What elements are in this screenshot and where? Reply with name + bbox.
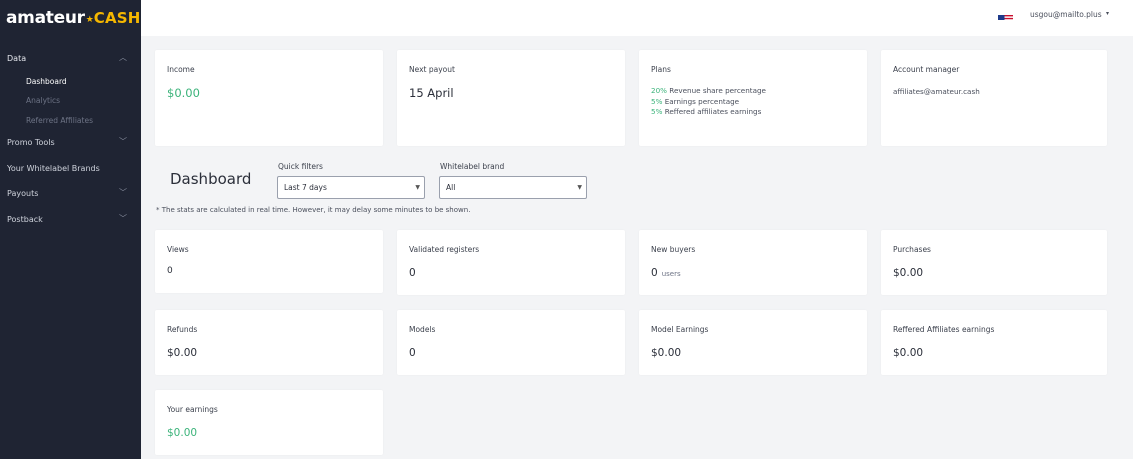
purchases-value: $0.00 <box>893 267 924 279</box>
card-title: Refunds <box>167 325 198 334</box>
validated-registers-card: Validated registers 0 <box>397 230 625 295</box>
sidebar-item-label: Data <box>7 54 27 64</box>
card-title: Views <box>167 245 189 254</box>
caret-down-icon: ▼ <box>577 184 582 191</box>
quick-filters-value: Last 7 days <box>284 183 327 192</box>
account-manager-card: Account manager affiliates@amateur.cash <box>881 50 1107 146</box>
whitelabel-brand-value: All <box>446 183 456 192</box>
card-title: Model Earnings <box>651 325 709 334</box>
card-title: Models <box>409 325 436 334</box>
card-title: Your earnings <box>167 405 218 414</box>
card-title: New buyers <box>651 245 696 254</box>
sidebar-item-payouts[interactable]: Payouts ﹀ <box>0 181 141 207</box>
refunds-card: Refunds $0.00 <box>155 310 383 375</box>
card-title: Income <box>167 65 195 74</box>
account-manager-email[interactable]: affiliates@amateur.cash <box>893 87 980 96</box>
sidebar-subitem-referred-affiliates[interactable]: Referred Affiliates <box>0 111 141 131</box>
sidebar: amateur ★ CASH Data ︿ Dashboard Analytic… <box>0 0 141 459</box>
next-payout-value: 15 April <box>409 86 454 100</box>
sidebar-item-data[interactable]: Data ︿ <box>0 46 141 72</box>
logo[interactable]: amateur ★ CASH <box>0 0 141 36</box>
your-earnings-value: $0.00 <box>167 427 198 439</box>
card-title: Account manager <box>893 65 960 74</box>
whitelabel-brand-select[interactable]: All ▼ <box>439 176 587 199</box>
plan-line: 20% Revenue share percentage <box>651 86 766 95</box>
models-value: 0 <box>409 347 416 359</box>
views-card: Views 0 <box>155 230 383 293</box>
sidebar-item-label: Postback <box>7 214 43 224</box>
sidebar-item-label: Your Whitelabel Brands <box>7 163 100 173</box>
new-buyers-value: 0 users <box>651 267 681 279</box>
logo-text-accent: CASH <box>93 9 141 27</box>
model-earnings-value: $0.00 <box>651 347 682 359</box>
income-card: Income $0.00 <box>155 50 383 146</box>
sidebar-item-label: Payouts <box>7 189 39 199</box>
card-title: Purchases <box>893 245 931 254</box>
sidebar-subitem-dashboard[interactable]: Dashboard <box>0 72 141 92</box>
views-value: 0 <box>167 266 173 276</box>
quick-filters-label: Quick filters <box>278 162 323 171</box>
sidebar-item-label: Promo Tools <box>7 138 55 148</box>
income-value: $0.00 <box>167 86 200 100</box>
next-payout-card: Next payout 15 April <box>397 50 625 146</box>
logo-star-icon: ★ <box>85 15 94 25</box>
your-earnings-card: Your earnings $0.00 <box>155 390 383 455</box>
sidebar-item-postback[interactable]: Postback ﹀ <box>0 207 141 233</box>
logo-text-primary: amateur <box>6 8 85 28</box>
models-card: Models 0 <box>397 310 625 375</box>
refunds-value: $0.00 <box>167 347 198 359</box>
quick-filters-select[interactable]: Last 7 days ▼ <box>277 176 425 199</box>
whitelabel-brand-label: Whitelabel brand <box>440 162 505 171</box>
us-flag-icon[interactable] <box>998 10 1013 20</box>
referred-affiliates-earnings-card: Reffered Affiliates earnings $0.00 <box>881 310 1107 375</box>
chevron-down-icon[interactable]: ▾ <box>1106 10 1109 17</box>
top-bar: usgou@mailto.plus ▾ <box>141 0 1133 36</box>
chevron-down-icon: ﹀ <box>119 188 127 197</box>
chevron-down-icon: ﹀ <box>119 137 127 146</box>
chevron-up-icon: ︿ <box>119 53 127 62</box>
user-menu[interactable]: usgou@mailto.plus <box>1030 10 1102 19</box>
page-title: Dashboard <box>170 170 252 188</box>
purchases-card: Purchases $0.00 <box>881 230 1107 295</box>
plan-line: 5% Earnings percentage <box>651 96 740 106</box>
sidebar-nav: Data ︿ Dashboard Analytics Referred Affi… <box>0 46 141 232</box>
new-buyers-card: New buyers 0 users <box>639 230 867 295</box>
chevron-down-icon: ﹀ <box>119 213 127 223</box>
card-title: Validated registers <box>409 245 480 254</box>
model-earnings-card: Model Earnings $0.00 <box>639 310 867 375</box>
caret-down-icon: ▼ <box>415 184 420 191</box>
validated-registers-value: 0 <box>409 267 416 279</box>
plan-line: 5% Reffered affiliates earnings <box>651 107 762 116</box>
new-buyers-unit: users <box>661 270 681 278</box>
referred-affiliates-earnings-value: $0.00 <box>893 347 924 359</box>
plans-card: Plans 20% Revenue share percentage 5% Ea… <box>639 50 867 146</box>
card-title: Reffered Affiliates earnings <box>893 325 995 334</box>
card-title: Plans <box>651 65 671 74</box>
realtime-note: * The stats are calculated in real time.… <box>156 206 471 214</box>
sidebar-item-promo-tools[interactable]: Promo Tools ﹀ <box>0 130 141 156</box>
card-title: Next payout <box>409 65 455 74</box>
sidebar-item-whitelabel-brands[interactable]: Your Whitelabel Brands <box>0 156 141 182</box>
plans-list: 20% Revenue share percentage 5% Earnings… <box>651 86 766 118</box>
new-buyers-count: 0 <box>651 267 658 279</box>
sidebar-subitem-analytics[interactable]: Analytics <box>0 91 141 111</box>
